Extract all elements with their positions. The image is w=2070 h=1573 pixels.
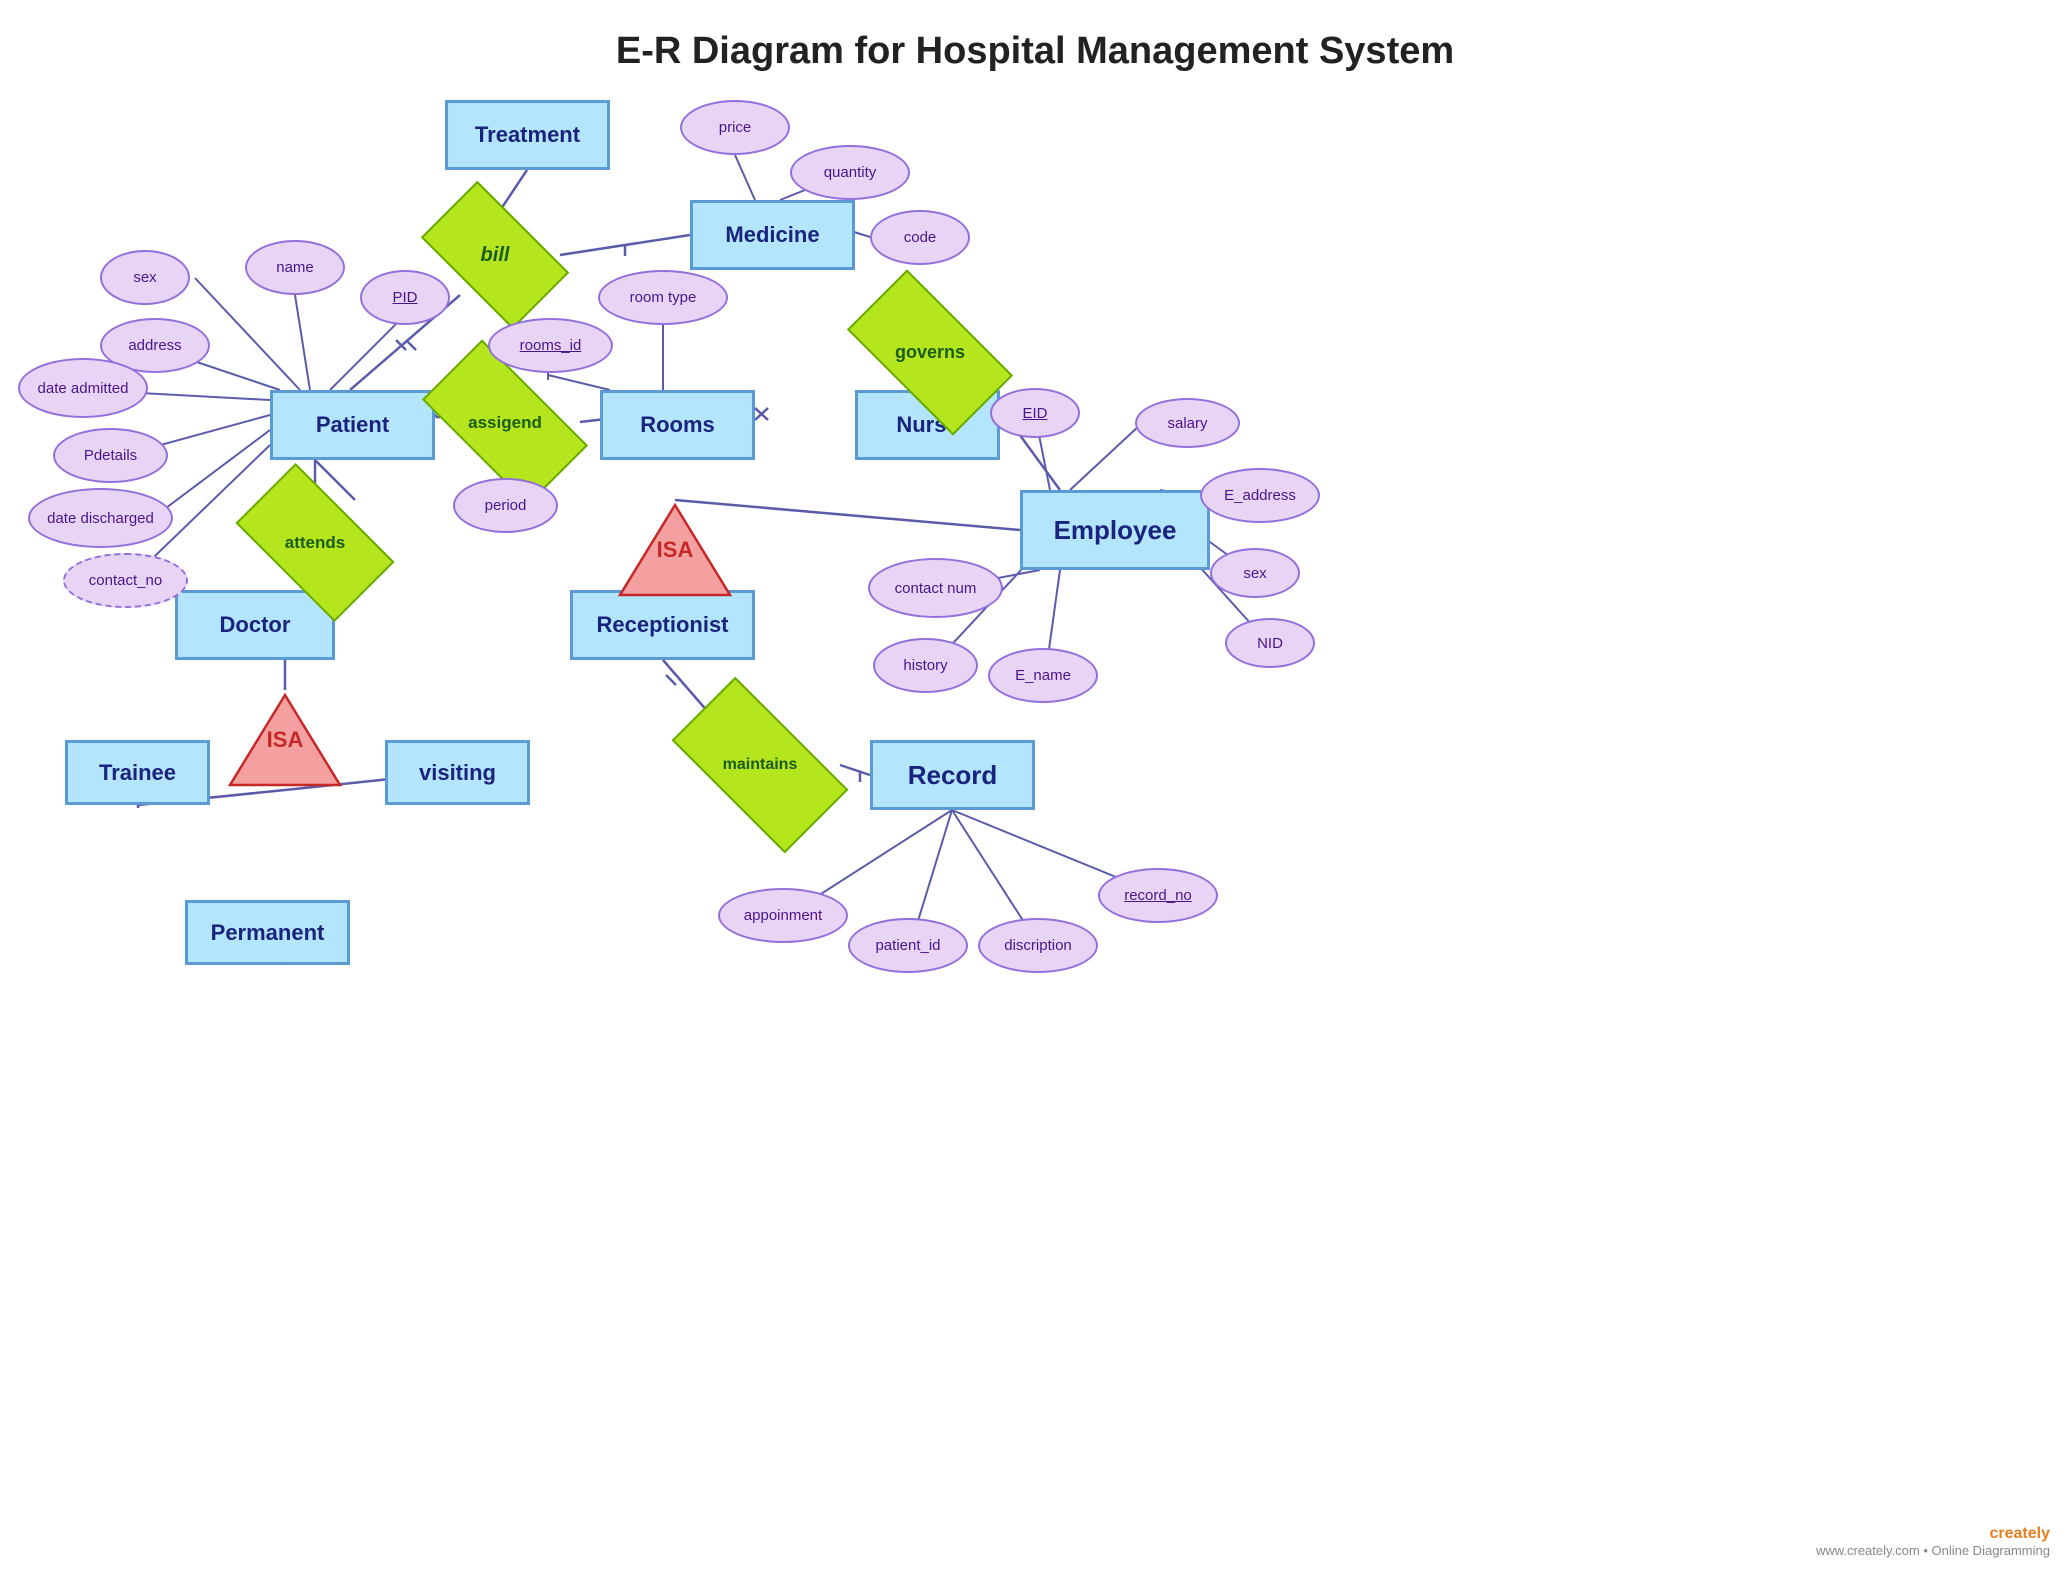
attribute-sex2: sex xyxy=(1210,548,1300,598)
entity-permanent: Permanent xyxy=(185,900,350,965)
attribute-salary: salary xyxy=(1135,398,1240,448)
attribute-record-no: record_no xyxy=(1098,868,1218,923)
attribute-price: price xyxy=(680,100,790,155)
entity-trainee: Trainee xyxy=(65,740,210,805)
entity-rooms: Rooms xyxy=(600,390,755,460)
attribute-e-address: E_address xyxy=(1200,468,1320,523)
attribute-history: history xyxy=(873,638,978,693)
isa-doctor: ISA xyxy=(225,690,345,790)
diagram-container: E-R Diagram for Hospital Management Syst… xyxy=(0,0,2070,1573)
relationship-attends: attends xyxy=(245,500,385,585)
entity-receptionist: Receptionist xyxy=(570,590,755,660)
relationship-maintains: maintains xyxy=(680,720,840,810)
relationship-bill: bill xyxy=(430,215,560,295)
attribute-e-name: E_name xyxy=(988,648,1098,703)
relationship-assigend: assigend xyxy=(430,380,580,465)
relationship-governs: governs xyxy=(855,310,1005,395)
attribute-nid: NID xyxy=(1225,618,1315,668)
entity-medicine: Medicine xyxy=(690,200,855,270)
watermark: creately www.creately.com • Online Diagr… xyxy=(1816,1525,2050,1558)
entity-record: Record xyxy=(870,740,1035,810)
attribute-date-admitted: date admitted xyxy=(18,358,148,418)
attribute-pid: PID xyxy=(360,270,450,325)
attribute-contact-no: contact_no xyxy=(63,553,188,608)
attribute-code: code xyxy=(870,210,970,265)
attribute-date-discharged: date discharged xyxy=(28,488,173,548)
watermark-brand: creately xyxy=(1816,1525,2050,1543)
isa-employee: ISA xyxy=(615,500,735,600)
entity-patient: Patient xyxy=(270,390,435,460)
attribute-contact-num: contact num xyxy=(868,558,1003,618)
attribute-eid: EID xyxy=(990,388,1080,438)
attribute-sex: sex xyxy=(100,250,190,305)
attribute-period: period xyxy=(453,478,558,533)
attribute-room-type: room type xyxy=(598,270,728,325)
attribute-pdetails: Pdetails xyxy=(53,428,168,483)
page-title: E-R Diagram for Hospital Management Syst… xyxy=(0,30,2070,73)
attribute-quantity: quantity xyxy=(790,145,910,200)
entity-treatment: Treatment xyxy=(445,100,610,170)
attribute-rooms-id: rooms_id xyxy=(488,318,613,373)
attribute-appoinment: appoinment xyxy=(718,888,848,943)
entity-employee: Employee xyxy=(1020,490,1210,570)
attribute-name: name xyxy=(245,240,345,295)
attribute-discription: discription xyxy=(978,918,1098,973)
entity-doctor: Doctor xyxy=(175,590,335,660)
watermark-line1: www.creately.com • Online Diagramming xyxy=(1816,1543,2050,1558)
attribute-patient-id: patient_id xyxy=(848,918,968,973)
entity-visiting: visiting xyxy=(385,740,530,805)
